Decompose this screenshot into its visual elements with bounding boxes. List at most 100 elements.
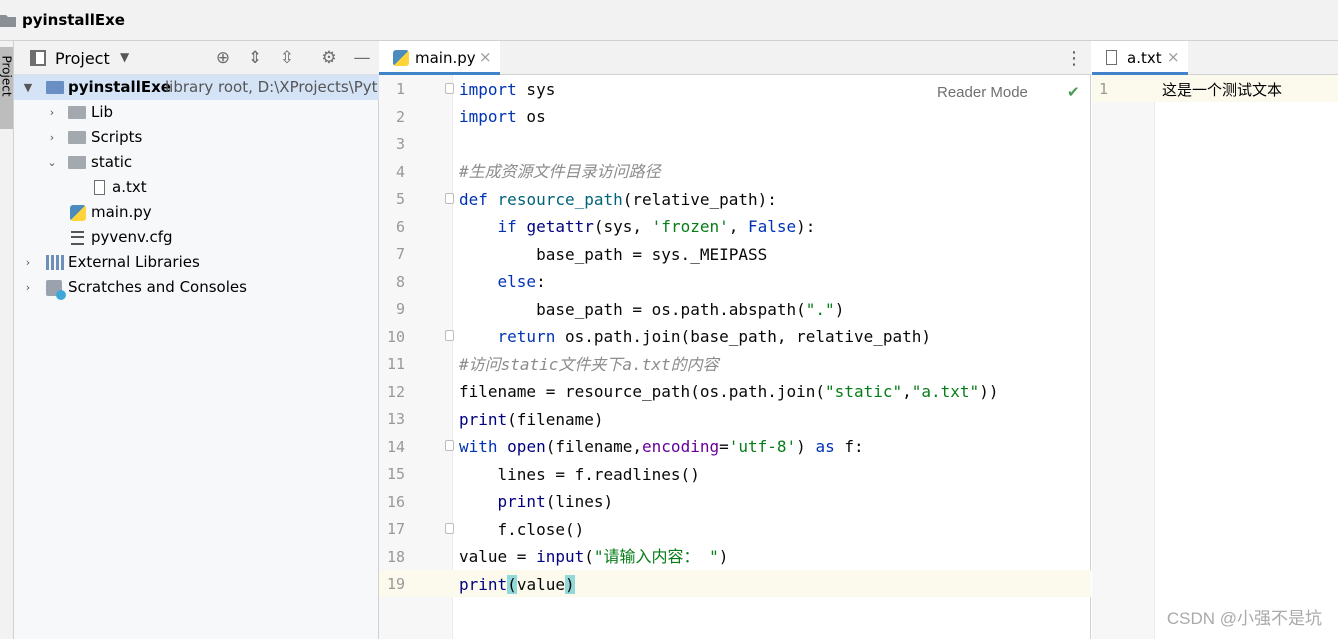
tree-item-a-txt[interactable]: a.txt [14,175,379,200]
tree-item-scratches[interactable]: › Scratches and Consoles [14,275,379,300]
close-icon[interactable]: × [1167,48,1180,66]
tree-item-pyvenv-cfg[interactable]: pyvenv.cfg [14,225,379,250]
code-line: return os.path.join(base_path, relative_… [497,327,932,346]
close-icon[interactable]: × [479,48,492,66]
editor-tab-bar-secondary: a.txt × [1092,41,1338,75]
config-file-icon [71,231,84,245]
tree-item-lib[interactable]: › Lib [14,100,379,125]
code-line: #访问static文件夹下a.txt的内容 [459,355,719,374]
chevron-down-icon[interactable]: ⌄ [46,150,58,175]
code-line: import os [459,107,546,126]
tree-item-label: pyinstallExe [68,78,171,96]
gear-icon[interactable]: ⚙ [319,48,339,68]
tab-a-txt[interactable]: a.txt × [1092,41,1188,75]
project-view-selector[interactable]: Project [55,49,110,68]
code-line: base_path = sys._MEIPASS [459,245,768,264]
code-area[interactable]: import sys import os #生成资源文件目录访问路径 def r… [453,75,1091,639]
line-number-gutter: 1 [1092,75,1155,639]
tab-label: main.py [415,49,476,67]
project-panel-header: Project ▼ ⊕ ⇕ ⇳ ⚙ — [14,41,379,75]
text-file-icon [94,180,105,195]
tree-item-label: pyvenv.cfg [91,228,173,246]
code-line: def resource_path(relative_path): [459,190,777,209]
code-line: #生成资源文件目录访问路径 [459,162,661,181]
line-number: 10 [386,327,405,346]
folder-icon [68,131,86,144]
line-number: 4 [395,162,405,181]
code-line: else: [497,272,546,291]
navigation-bar: pyinstallExe [0,0,1338,41]
tree-item-static[interactable]: ⌄ static [14,150,379,175]
folder-icon [68,156,86,169]
line-number: 1 [395,80,405,98]
tab-main-py[interactable]: main.py × [379,41,500,75]
folder-icon [68,106,86,119]
code-line: with open(filename,encoding='utf-8') as … [459,437,864,456]
editor-secondary: a.txt × 1 这是一个测试文本 [1092,41,1338,639]
tree-item-label: a.txt [112,178,147,196]
folder-icon [46,81,64,94]
tree-item-label: main.py [91,203,152,221]
code-line: print(filename) [459,410,604,429]
tree-item-label: static [91,153,133,171]
code-line: filename = resource_path(os.path.join("s… [459,382,999,401]
line-number: 5 [395,190,405,208]
tree-item-main-py[interactable]: main.py [14,200,379,225]
text-content-area[interactable]: 这是一个测试文本 [1155,75,1338,639]
project-panel: Project ▼ ⊕ ⇕ ⇳ ⚙ — ▼ pyinstallExe libra… [14,41,379,639]
tree-item-scripts[interactable]: › Scripts [14,125,379,150]
tree-item-label: Lib [91,103,114,121]
reader-mode-button[interactable]: Reader Mode [937,84,1028,101]
tree-item-label: External Libraries [68,253,200,271]
chevron-right-icon[interactable]: › [22,250,34,275]
breadcrumb-project[interactable]: pyinstallExe [22,11,125,29]
line-number: 18 [386,547,405,566]
hide-icon[interactable]: — [352,48,372,68]
line-number-gutter: 1 2 3 4 5 6 7 8 9 10 11 12 13 14 15 16 17 18 19 [379,75,454,639]
expand-all-icon[interactable]: ⇕ [245,48,265,68]
project-tool-tab[interactable]: Project [0,47,14,129]
line-number: 17 [386,520,405,538]
locate-icon[interactable]: ⊕ [213,48,233,68]
code-line: import sys [459,80,556,99]
line-number: 16 [386,492,405,511]
editor-main: main.py × ⋮ 1 2 3 4 5 6 7 8 9 10 11 12 13 14 15 16 17 18 1… [379,41,1091,639]
watermark: CSDN @小强不是坑 [1166,609,1322,628]
tree-item-label: Scratches and Consoles [68,278,247,296]
line-number: 6 [395,217,405,236]
collapse-all-icon[interactable]: ⇳ [277,48,297,68]
line-number: 13 [386,410,405,428]
python-file-icon [393,50,409,66]
line-number: 15 [386,465,405,483]
code-line: f.close() [459,520,585,539]
libraries-icon [46,255,64,270]
tree-item-pyinstallexe[interactable]: ▼ pyinstallExe library root, D:\XProject… [14,75,379,100]
code-line: lines = f.readlines() [459,465,700,484]
text-line: 这是一个测试文本 [1162,81,1283,99]
text-file-icon [1106,50,1117,65]
tree-item-hint: library root, D:\XProjects\Pyt [165,78,378,96]
tree-item-label: Scripts [91,128,143,146]
line-number: 7 [395,245,405,263]
tree-item-external-libraries[interactable]: › External Libraries [14,250,379,275]
chevron-right-icon[interactable]: › [22,275,34,300]
checkmark-icon[interactable]: ✔ [1067,83,1080,101]
chevron-down-icon[interactable]: ▼ [22,75,34,100]
line-number: 9 [395,300,405,318]
line-number: 2 [395,107,405,126]
line-number: 3 [395,135,405,153]
python-file-icon [70,205,86,221]
chevron-right-icon[interactable]: › [46,125,58,150]
code-line: print(value) [459,575,575,594]
line-number: 11 [386,355,405,373]
project-view-icon [30,50,46,66]
chevron-right-icon[interactable]: › [46,100,58,125]
more-icon[interactable]: ⋮ [1065,48,1083,69]
line-number: 8 [395,272,405,291]
line-number: 14 [386,437,405,456]
chevron-down-icon[interactable]: ▼ [120,50,129,64]
scratches-icon [46,280,66,300]
code-line: base_path = os.path.abspath(".") [459,300,845,319]
code-line: print(lines) [497,492,614,511]
line-number: 1 [1098,80,1108,98]
